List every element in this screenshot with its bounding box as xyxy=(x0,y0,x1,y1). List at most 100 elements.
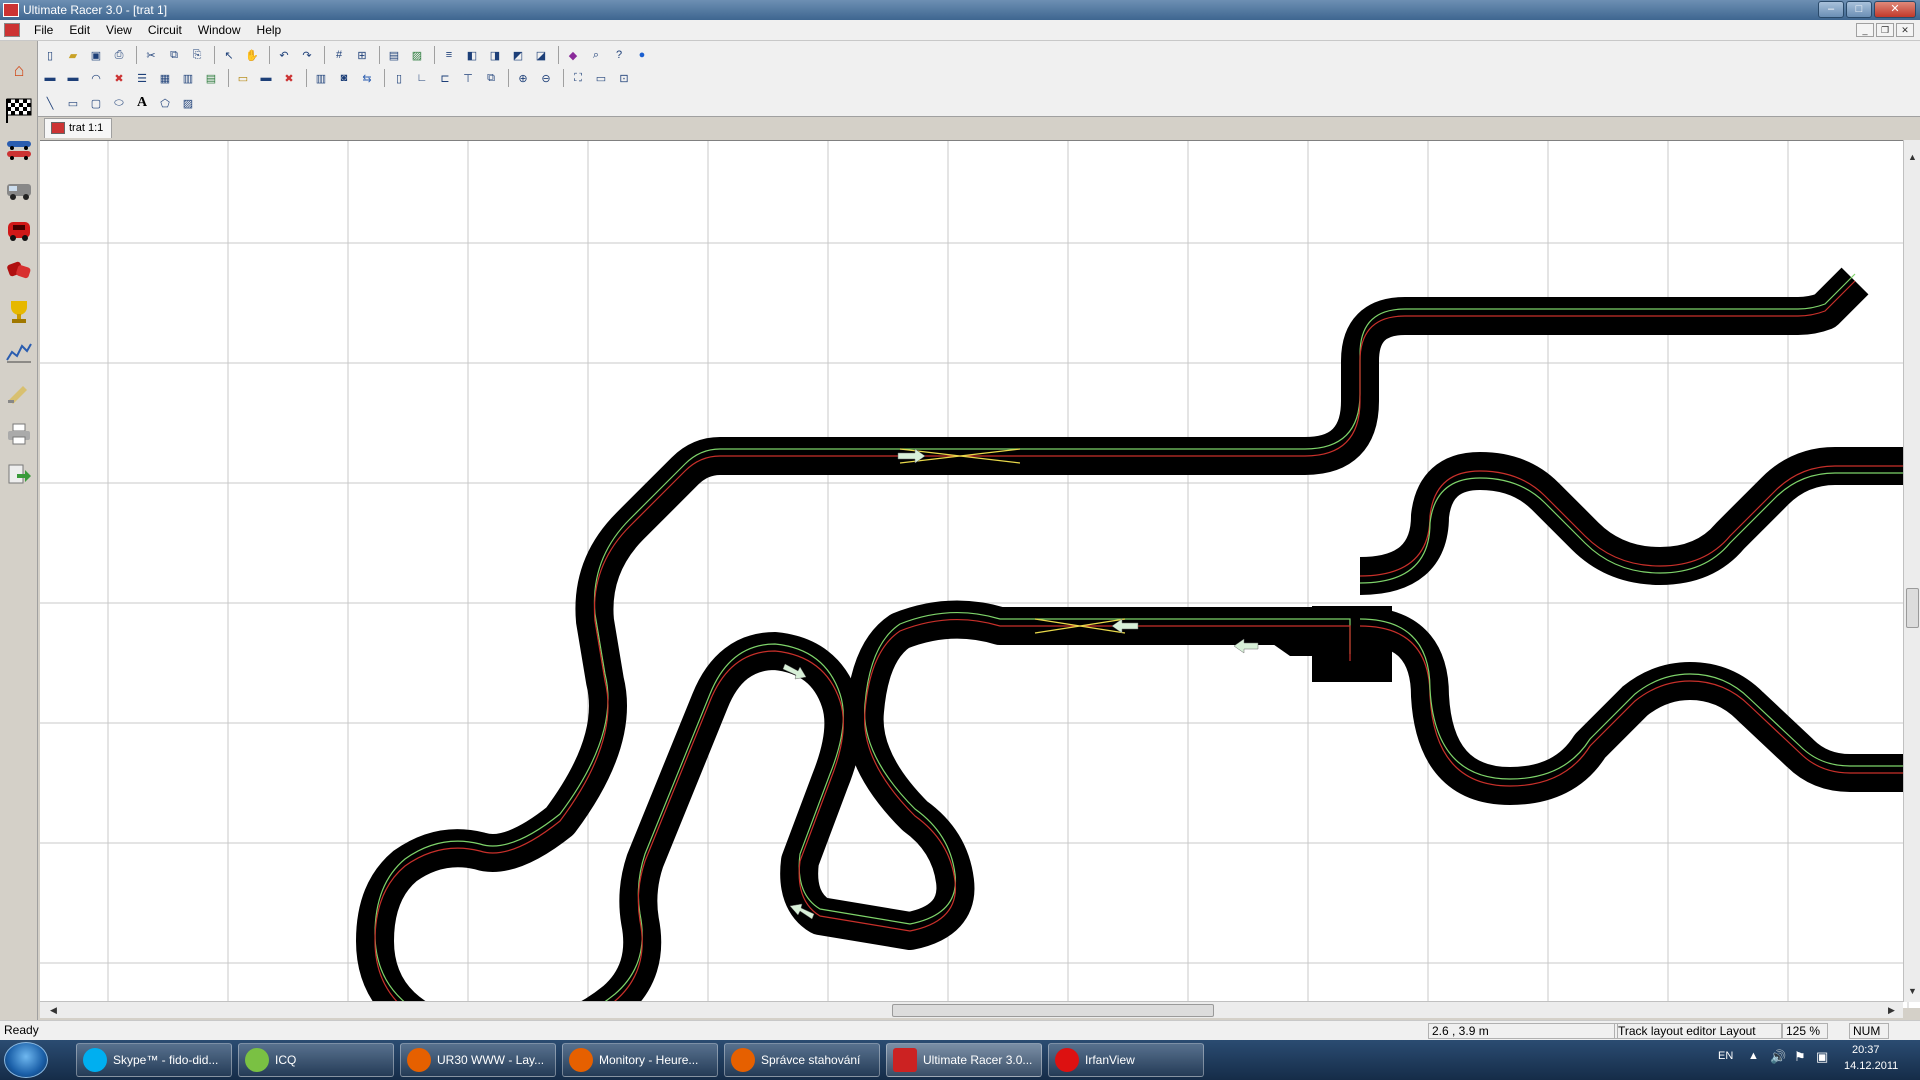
shape-overlap-icon[interactable]: ⧉ xyxy=(481,68,501,88)
straight-track-icon[interactable]: ▬ xyxy=(40,68,60,88)
document-tab[interactable]: trat 1:1 xyxy=(44,118,113,138)
zoom-out-icon[interactable]: ⊖ xyxy=(536,68,556,88)
taskbar-item-ultimate-racer[interactable]: Ultimate Racer 3.0... xyxy=(886,1043,1042,1077)
image-tool-icon[interactable]: ▨ xyxy=(178,93,198,113)
comment-icon[interactable]: ▭ xyxy=(591,68,611,88)
menu-circuit[interactable]: Circuit xyxy=(140,21,190,40)
scroll-down-icon[interactable]: ▼ xyxy=(1905,984,1920,999)
network-icon[interactable]: ▣ xyxy=(1816,1049,1828,1065)
center-view-icon[interactable]: ⊡ xyxy=(614,68,634,88)
menu-edit[interactable]: Edit xyxy=(61,21,98,40)
taskbar-item-firefox-downloads[interactable]: Správce stahování xyxy=(724,1043,880,1077)
open-folder-icon[interactable]: ▰ xyxy=(63,45,83,65)
taskbar-item-firefox-ur30[interactable]: UR30 WWW - Lay... xyxy=(400,1043,556,1077)
guard-rail-icon[interactable]: ▤ xyxy=(201,68,221,88)
checkered-flag-icon[interactable] xyxy=(4,95,34,125)
bring-front-icon[interactable]: ◧ xyxy=(462,45,482,65)
send-back-icon[interactable]: ◨ xyxy=(485,45,505,65)
snap-icon[interactable]: ⊞ xyxy=(352,45,372,65)
shape-rect-icon[interactable]: ▯ xyxy=(389,68,409,88)
horizontal-scroll-thumb[interactable] xyxy=(892,1004,1214,1017)
text-tool-icon[interactable]: A xyxy=(132,93,152,113)
close-button[interactable]: ✕ xyxy=(1874,1,1916,18)
track-canvas[interactable] xyxy=(40,140,1920,1008)
border-icon[interactable]: ▥ xyxy=(178,68,198,88)
maximize-button[interactable]: □ xyxy=(1846,1,1872,18)
double-straight-icon[interactable]: ▬ xyxy=(63,68,83,88)
pen-icon[interactable] xyxy=(4,377,34,407)
cross-track-icon[interactable]: ✖ xyxy=(109,68,129,88)
ungroup-icon[interactable]: ◪ xyxy=(531,45,551,65)
taskbar-item-firefox-monitory[interactable]: Monitory - Heure... xyxy=(562,1043,718,1077)
clock-date[interactable]: 14.12.2011 xyxy=(1844,1060,1898,1072)
start-button[interactable] xyxy=(4,1042,48,1078)
column-icon[interactable]: ▥ xyxy=(311,68,331,88)
printer-icon[interactable] xyxy=(4,419,34,449)
shape-c-icon[interactable]: ⊏ xyxy=(435,68,455,88)
fence-icon[interactable]: ▬ xyxy=(256,68,276,88)
scroll-up-icon[interactable]: ▲ xyxy=(1905,150,1920,165)
scroll-left-icon[interactable]: ◀ xyxy=(46,1003,61,1018)
camera-icon[interactable]: ◙ xyxy=(334,68,354,88)
print-icon[interactable]: ⎙ xyxy=(109,45,129,65)
taskbar-item-icq[interactable]: ICQ xyxy=(238,1043,394,1077)
copy-icon[interactable]: ⧉ xyxy=(164,45,184,65)
document-icon[interactable] xyxy=(4,23,20,37)
hand-icon[interactable]: ✋ xyxy=(242,45,262,65)
help-icon[interactable]: ● xyxy=(632,45,652,65)
arrow-link-icon[interactable]: ⇆ xyxy=(357,68,377,88)
show-hidden-icons-icon[interactable]: ▲ xyxy=(1748,1050,1759,1062)
book-icon[interactable]: ◆ xyxy=(563,45,583,65)
crash-icon[interactable] xyxy=(4,255,34,285)
red-car-icon[interactable] xyxy=(4,215,34,245)
language-indicator[interactable]: EN xyxy=(1718,1050,1733,1062)
doc-minimize-button[interactable]: _ xyxy=(1856,23,1874,37)
pit-lane-icon[interactable]: ▦ xyxy=(155,68,175,88)
group-icon[interactable]: ◩ xyxy=(508,45,528,65)
scroll-right-icon[interactable]: ▶ xyxy=(1884,1003,1899,1018)
cut-icon[interactable]: ✂ xyxy=(141,45,161,65)
menu-help[interactable]: Help xyxy=(249,21,290,40)
trophy-icon[interactable] xyxy=(4,297,34,327)
vertical-scroll-thumb[interactable] xyxy=(1906,588,1919,628)
ellipse-tool-icon[interactable]: ⬭ xyxy=(109,93,129,113)
zoom-in-icon[interactable]: ⊕ xyxy=(513,68,533,88)
truck-icon[interactable] xyxy=(4,175,34,205)
help-book-icon[interactable]: ? xyxy=(609,45,629,65)
chart-icon[interactable] xyxy=(4,337,34,367)
paste-icon[interactable]: ⎘ xyxy=(187,45,207,65)
minimize-button[interactable]: – xyxy=(1818,1,1844,18)
kerb-icon[interactable]: ▭ xyxy=(233,68,253,88)
layer-icon[interactable]: ▤ xyxy=(384,45,404,65)
vertical-scrollbar[interactable]: ▲ ▼ xyxy=(1903,140,1920,1002)
lane-change-icon[interactable]: ☰ xyxy=(132,68,152,88)
doc-restore-button[interactable]: ❐ xyxy=(1876,23,1894,37)
pointer-icon[interactable]: ↖ xyxy=(219,45,239,65)
save-icon[interactable]: ▣ xyxy=(86,45,106,65)
rectangle-tool-icon[interactable]: ▭ xyxy=(63,93,83,113)
new-file-icon[interactable]: ▯ xyxy=(40,45,60,65)
clock-time[interactable]: 20:37 xyxy=(1852,1044,1880,1056)
track-layout-drawing[interactable] xyxy=(40,141,1920,1008)
find-icon[interactable]: ⌕ xyxy=(586,45,606,65)
curve-track-icon[interactable]: ◠ xyxy=(86,68,106,88)
fit-view-icon[interactable]: ⛶ xyxy=(568,68,588,88)
taskbar-item-skype[interactable]: Skype™ - fido-did... xyxy=(76,1043,232,1077)
undo-icon[interactable]: ↶ xyxy=(274,45,294,65)
delete-track-icon[interactable]: ✖ xyxy=(279,68,299,88)
horizontal-scrollbar[interactable]: ◀ ▶ xyxy=(40,1001,1903,1018)
menu-view[interactable]: View xyxy=(98,21,140,40)
taskbar-item-irfanview[interactable]: IrfanView xyxy=(1048,1043,1204,1077)
line-tool-icon[interactable]: ╲ xyxy=(40,93,60,113)
menu-window[interactable]: Window xyxy=(190,21,249,40)
picture-icon[interactable]: ▨ xyxy=(407,45,427,65)
race-cars-icon[interactable] xyxy=(4,135,34,165)
doc-close-button[interactable]: ✕ xyxy=(1896,23,1914,37)
shape-l-icon[interactable]: ∟ xyxy=(412,68,432,88)
home-icon[interactable]: ⌂ xyxy=(4,55,34,85)
polygon-tool-icon[interactable]: ⬠ xyxy=(155,93,175,113)
volume-icon[interactable]: 🔊 xyxy=(1770,1049,1786,1065)
menu-file[interactable]: File xyxy=(26,21,61,40)
shape-t-icon[interactable]: ⊤ xyxy=(458,68,478,88)
rounded-rect-tool-icon[interactable]: ▢ xyxy=(86,93,106,113)
